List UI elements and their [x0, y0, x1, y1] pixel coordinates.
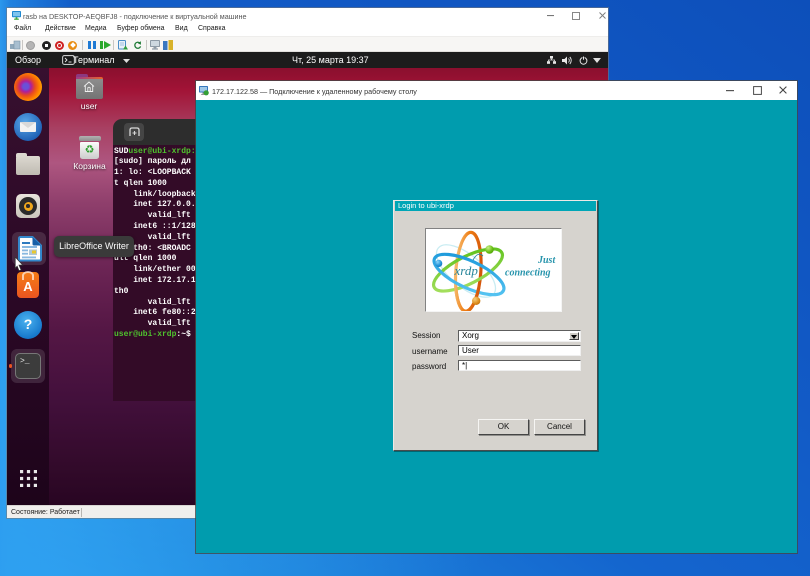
svg-text:xrdp: xrdp — [454, 263, 479, 278]
svg-text:connecting: connecting — [505, 268, 551, 279]
svg-text:Just: Just — [537, 255, 556, 266]
